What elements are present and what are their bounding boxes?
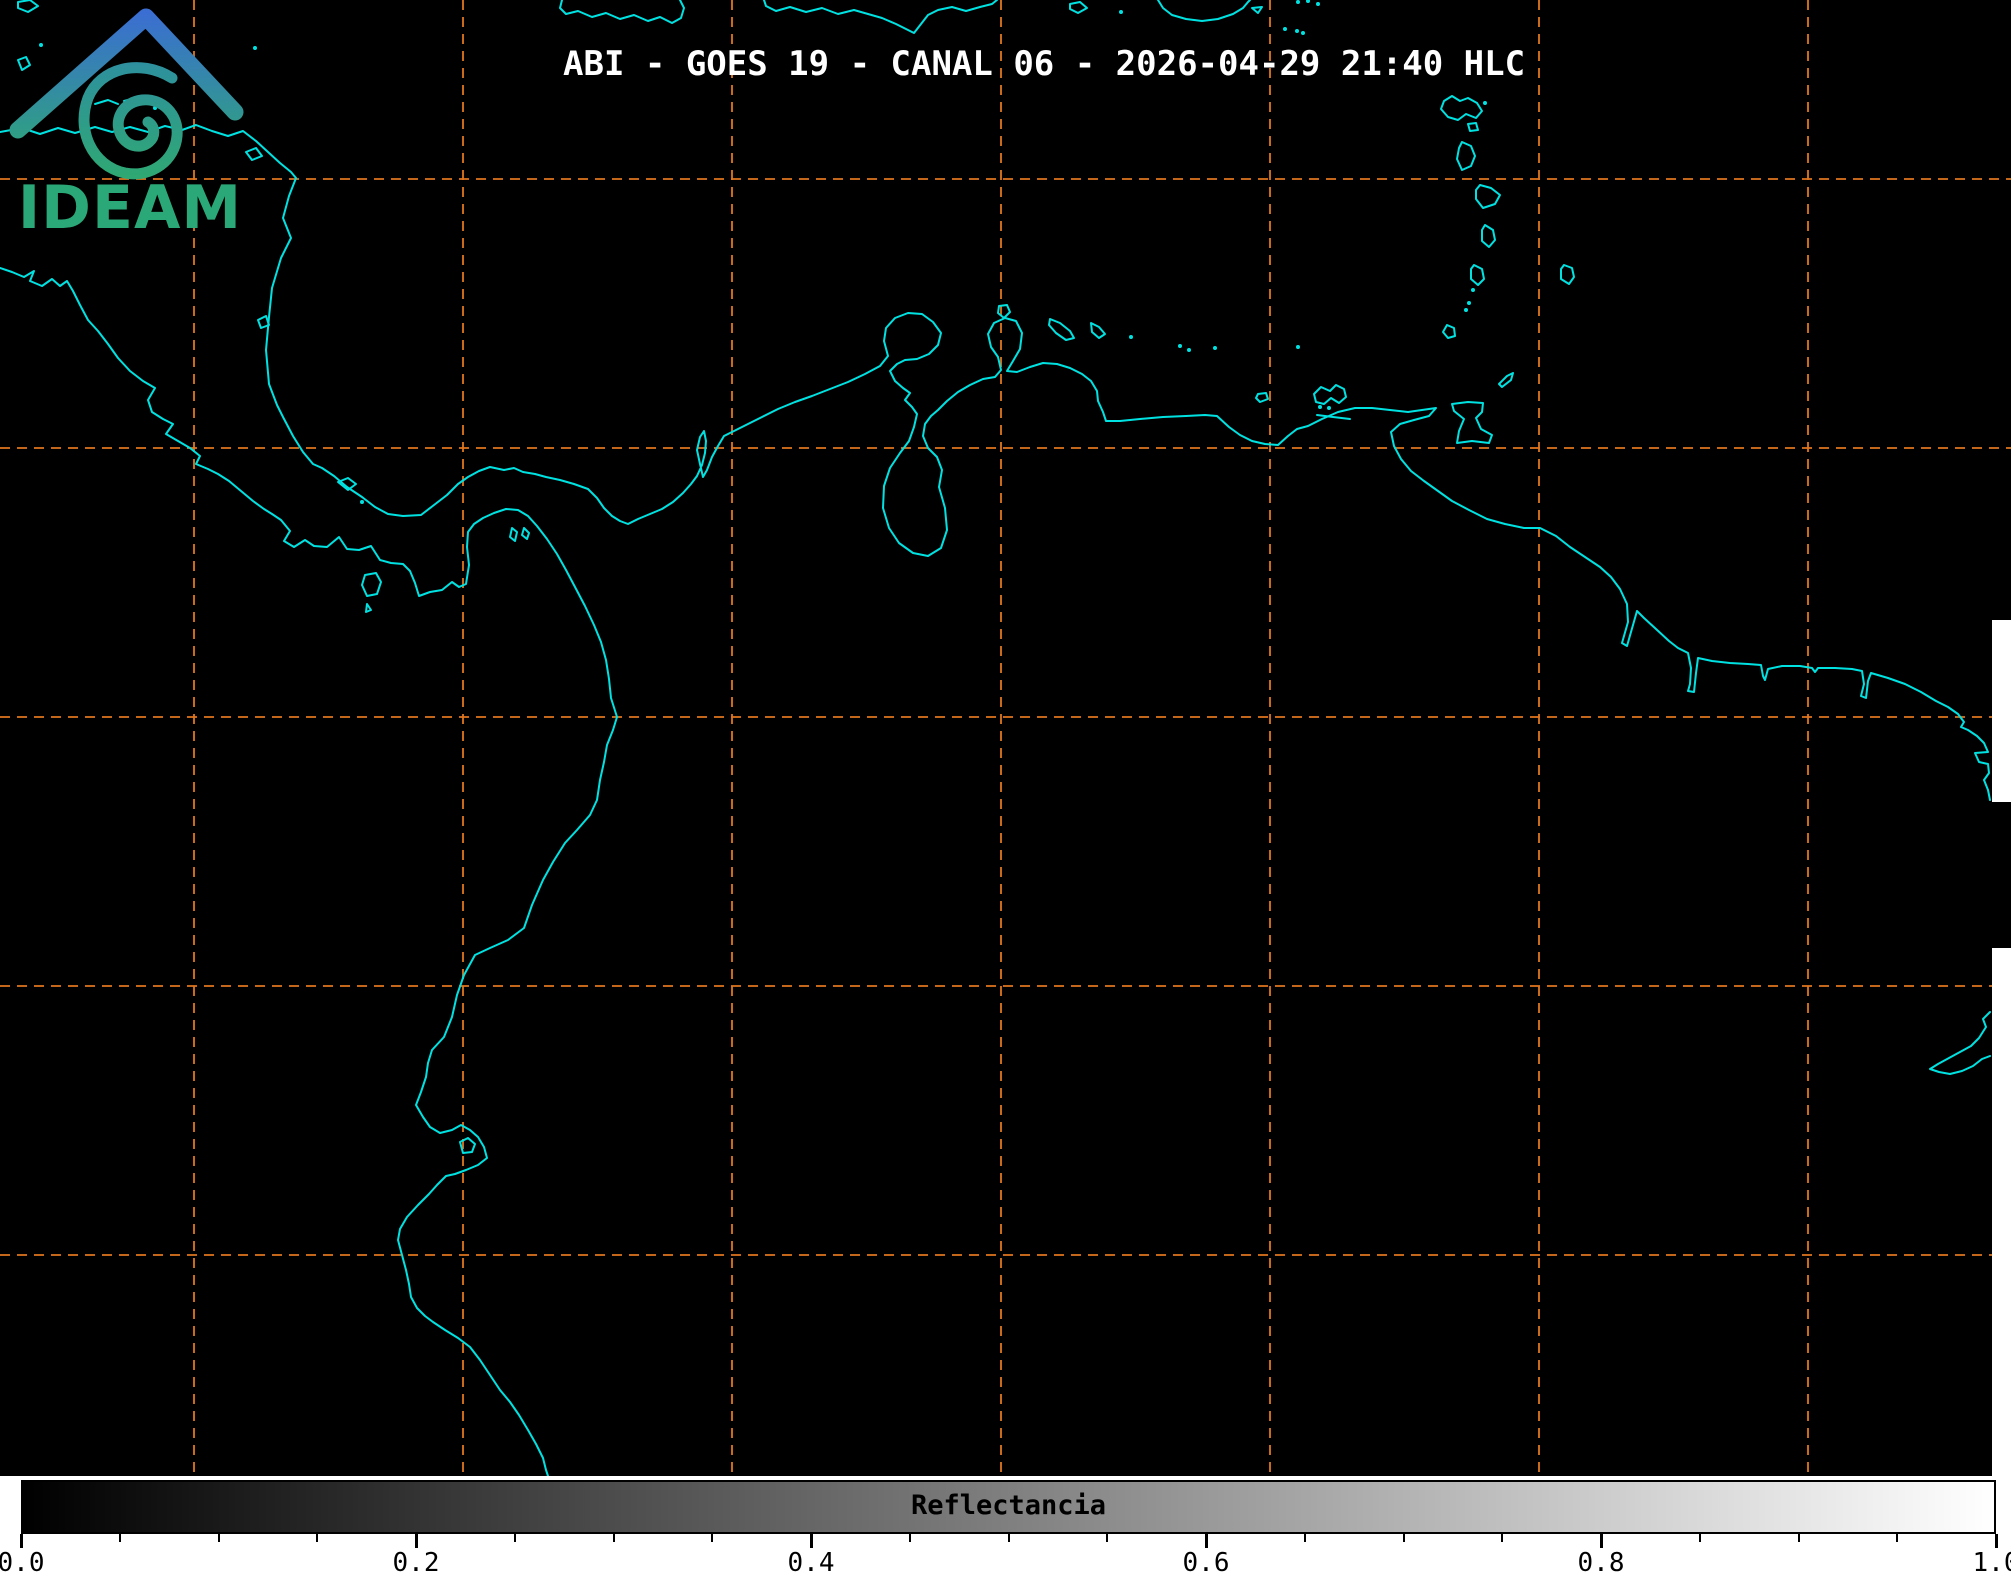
colorbar-minor-tick [316,1534,319,1542]
coastline-islet-fragment [1251,6,1263,14]
colorbar-tick-label: 0.4 [787,1548,835,1578]
islet-dot [1471,288,1475,292]
coastline-grenada [1442,324,1456,339]
colorbar-major-tick [415,1534,418,1548]
colorbar-tick-labels: 0.0 0.2 0.4 0.6 0.8 1.0 [0,1548,2011,1578]
coastline-aruba [997,304,1011,319]
islet-dot [1316,2,1320,6]
satellite-map: ABI - GOES 19 - CANAL 06 - 2026-04-29 21… [0,0,2011,1476]
logo-swirl-icon [78,62,183,180]
coastline-pacific-coast-central-south-america [0,267,618,1476]
colorbar-minor-tick [908,1534,911,1542]
coastline-caribbean-mainland-coast [0,124,1991,801]
islet-dot [1306,0,1310,3]
coastline-pearl-island-b [521,527,530,540]
colorbar-major-tick [20,1534,23,1548]
islet-dot [1318,405,1322,409]
coastline-st-vincent [1470,264,1485,286]
colorbar-major-tick [1600,1534,1603,1548]
islet-dot [1295,29,1299,33]
islet-dot [1129,335,1133,339]
coastline-trinidad [1451,401,1493,444]
colorbar-minor-tick [1797,1534,1800,1542]
colorbar-minor-tick [612,1534,615,1542]
logo-text: IDEAM [18,173,242,240]
map-svg [0,0,2011,1476]
coastline-bluefields-lagoon [257,315,270,329]
islet-dot [1467,301,1471,305]
coastline-martinique [1475,184,1501,209]
coastline-marie-galante [1467,122,1479,132]
colorbar-label: Reflectancia [910,1490,1107,1521]
ideam-logo: IDEAM [9,8,244,240]
coastline-dominica [1456,141,1476,171]
colorbar-minor-tick [217,1534,220,1542]
no-data-band [1992,620,2011,1476]
coastline-islet-beata [1069,1,1088,14]
coastline-coiba [361,572,382,597]
coastline-hispaniola-south-coast [1157,0,1251,22]
coastline-bonaire [1090,322,1106,339]
coastline-coiba-small [365,603,372,613]
coastline-curacao [1048,318,1075,341]
islet-dot [1483,101,1487,105]
colorbar-minor-tick [1106,1534,1109,1542]
islet-dot [1296,345,1300,349]
islet-dot [1327,406,1331,410]
islet-dot [1178,344,1182,348]
no-data-band-notch [1992,802,2011,948]
islet-dot [1187,348,1191,352]
islet-dot [1464,308,1468,312]
coastline-guadeloupe [1440,95,1483,121]
colorbar-minor-tick [118,1534,121,1542]
colorbar-minor-tick [1402,1534,1405,1542]
colorbar-tick-label: 0.2 [392,1548,440,1578]
coastline-tobago [1498,372,1514,388]
islet-dot [1301,31,1305,35]
coastline-limon-islet [337,477,357,491]
colorbar-major-tick [810,1534,813,1548]
coastline-la-tortuga [1255,392,1269,403]
colorbar-minor-tick [1303,1534,1306,1542]
colorbar-minor-tick [711,1534,714,1542]
image-title: ABI - GOES 19 - CANAL 06 - 2026-04-29 21… [563,44,1526,84]
colorbar-major-tick [1995,1534,1998,1548]
islet-dot [1296,0,1300,4]
colorbar-tick-label: 0.6 [1182,1548,1230,1578]
colorbar-tick-label: 1.0 [1972,1548,2011,1578]
colorbar-minor-tick [1698,1534,1701,1542]
coastline-pearl-island-a [509,527,518,542]
satellite-image-figure: { "header": { "title": "ABI - GOES 19 - … [0,0,2011,1578]
coastline-margarita [1313,384,1347,405]
colorbar-minor-tick [1007,1534,1010,1542]
coastline-barbados [1560,264,1575,285]
colorbar-minor-tick [1501,1534,1504,1542]
colorbar-minor-tick [1896,1534,1899,1542]
islet-dot [360,500,364,504]
islet-dot [1213,346,1217,350]
islet-dot [1119,10,1123,14]
coastline-st-lucia [1481,224,1496,248]
colorbar-tick-label: 0.8 [1577,1548,1625,1578]
coastline-haiti-south-peninsula [763,0,998,34]
coastline-amazon-river-mouth [1929,1011,1991,1075]
colorbar-minor-tick [513,1534,516,1542]
colorbar-major-tick [1205,1534,1208,1548]
coastline-jamaica-south-coast [559,0,685,24]
islet-dot [1283,27,1287,31]
colorbar-tick-label: 0.0 [0,1548,45,1578]
